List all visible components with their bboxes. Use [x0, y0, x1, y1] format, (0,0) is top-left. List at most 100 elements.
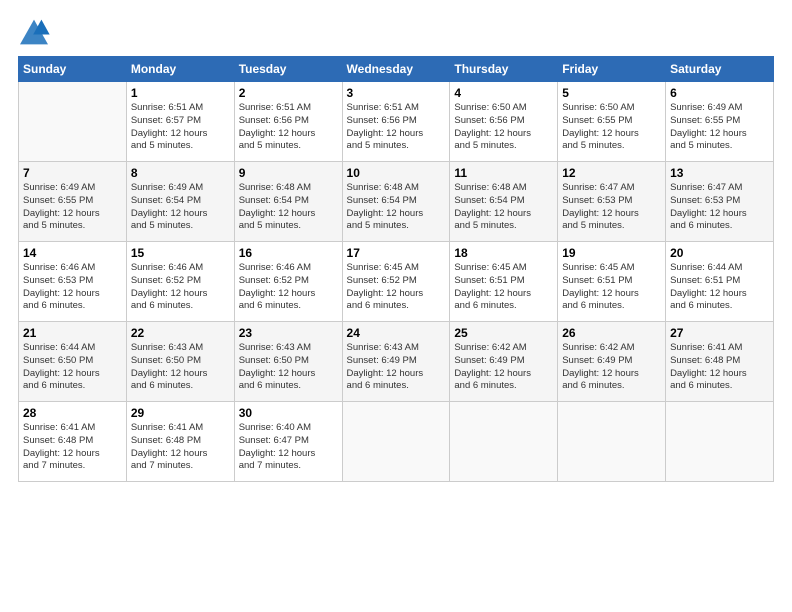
- day-number: 1: [131, 86, 230, 100]
- header-cell-saturday: Saturday: [666, 57, 774, 82]
- day-info: Sunrise: 6:50 AM Sunset: 6:56 PM Dayligh…: [454, 102, 553, 153]
- logo: [18, 18, 52, 46]
- day-number: 30: [239, 406, 338, 420]
- calendar-cell: 14 Sunrise: 6:46 AM Sunset: 6:53 PM Dayli…: [19, 242, 127, 322]
- calendar-cell: 18Sunrise: 6:45 AM Sunset: 6:51 PM Dayli…: [450, 242, 558, 322]
- calendar-cell: 22 Sunrise: 6:43 AM Sunset: 6:50 PM Dayli…: [126, 322, 234, 402]
- day-number: 22: [131, 326, 230, 340]
- day-number: 17: [347, 246, 446, 260]
- day-info: Sunrise: 6:51 AM Sunset: 6:57 PM Dayligh…: [131, 102, 230, 153]
- day-info: Sunrise: 6:46 AM Sunset: 6:52 PM Dayligh…: [131, 262, 230, 313]
- day-info: Sunrise: 6:51 AM Sunset: 6:56 PM Dayligh…: [347, 102, 446, 153]
- day-info: Sunrise: 6:47 AM Sunset: 6:53 PM Dayligh…: [562, 182, 661, 233]
- day-info: Sunrise: 6:44 AM Sunset: 6:50 PM Dayligh…: [23, 342, 122, 393]
- day-number: 29: [131, 406, 230, 420]
- day-number: 16: [239, 246, 338, 260]
- calendar-cell: 19 Sunrise: 6:45 AM Sunset: 6:51 PM Dayli…: [558, 242, 666, 322]
- day-info: Sunrise: 6:42 AM Sunset: 6:49 PM Dayligh…: [562, 342, 661, 393]
- calendar-cell: 29 Sunrise: 6:41 AM Sunset: 6:48 PM Dayli…: [126, 402, 234, 482]
- day-info: Sunrise: 6:49 AM Sunset: 6:55 PM Dayligh…: [23, 182, 122, 233]
- day-number: 2: [239, 86, 338, 100]
- day-info: Sunrise: 6:47 AM Sunset: 6:53 PM Dayligh…: [670, 182, 769, 233]
- calendar-cell: [558, 402, 666, 482]
- calendar-cell: 2 Sunrise: 6:51 AM Sunset: 6:56 PM Daylig…: [234, 82, 342, 162]
- day-number: 4: [454, 86, 553, 100]
- calendar-cell: 24 Sunrise: 6:43 AM Sunset: 6:49 PM Dayli…: [342, 322, 450, 402]
- day-info: Sunrise: 6:49 AM Sunset: 6:55 PM Dayligh…: [670, 102, 769, 153]
- day-info: Sunrise: 6:45 AM Sunset: 6:52 PM Dayligh…: [347, 262, 446, 313]
- calendar-cell: 27Sunrise: 6:41 AM Sunset: 6:48 PM Dayli…: [666, 322, 774, 402]
- day-number: 21: [23, 326, 122, 340]
- day-number: 14: [23, 246, 122, 260]
- calendar-table: SundayMondayTuesdayWednesdayThursdayFrid…: [18, 56, 774, 482]
- day-number: 24: [347, 326, 446, 340]
- calendar-cell: 7 Sunrise: 6:49 AM Sunset: 6:55 PM Daylig…: [19, 162, 127, 242]
- day-info: Sunrise: 6:48 AM Sunset: 6:54 PM Dayligh…: [239, 182, 338, 233]
- day-info: Sunrise: 6:43 AM Sunset: 6:49 PM Dayligh…: [347, 342, 446, 393]
- week-row-2: 7 Sunrise: 6:49 AM Sunset: 6:55 PM Daylig…: [19, 162, 774, 242]
- day-number: 26: [562, 326, 661, 340]
- day-number: 3: [347, 86, 446, 100]
- header-cell-friday: Friday: [558, 57, 666, 82]
- calendar-cell: 4 Sunrise: 6:50 AM Sunset: 6:56 PM Daylig…: [450, 82, 558, 162]
- day-info: Sunrise: 6:49 AM Sunset: 6:54 PM Dayligh…: [131, 182, 230, 233]
- header-row: SundayMondayTuesdayWednesdayThursdayFrid…: [19, 57, 774, 82]
- calendar-cell: 9 Sunrise: 6:48 AM Sunset: 6:54 PM Daylig…: [234, 162, 342, 242]
- day-number: 11: [454, 166, 553, 180]
- calendar-cell: 20 Sunrise: 6:44 AM Sunset: 6:51 PM Dayli…: [666, 242, 774, 322]
- calendar-cell: 16 Sunrise: 6:46 AM Sunset: 6:52 PM Dayli…: [234, 242, 342, 322]
- header-cell-sunday: Sunday: [19, 57, 127, 82]
- calendar-cell: 17 Sunrise: 6:45 AM Sunset: 6:52 PM Dayli…: [342, 242, 450, 322]
- calendar-cell: 10Sunrise: 6:48 AM Sunset: 6:54 PM Dayli…: [342, 162, 450, 242]
- calendar-cell: 8 Sunrise: 6:49 AM Sunset: 6:54 PM Daylig…: [126, 162, 234, 242]
- day-info: Sunrise: 6:51 AM Sunset: 6:56 PM Dayligh…: [239, 102, 338, 153]
- day-number: 12: [562, 166, 661, 180]
- calendar-cell: 25Sunrise: 6:42 AM Sunset: 6:49 PM Dayli…: [450, 322, 558, 402]
- day-info: Sunrise: 6:45 AM Sunset: 6:51 PM Dayligh…: [562, 262, 661, 313]
- calendar-cell: 13Sunrise: 6:47 AM Sunset: 6:53 PM Dayli…: [666, 162, 774, 242]
- header-cell-monday: Monday: [126, 57, 234, 82]
- day-info: Sunrise: 6:44 AM Sunset: 6:51 PM Dayligh…: [670, 262, 769, 313]
- week-row-5: 28 Sunrise: 6:41 AM Sunset: 6:48 PM Dayli…: [19, 402, 774, 482]
- day-info: Sunrise: 6:41 AM Sunset: 6:48 PM Dayligh…: [23, 422, 122, 473]
- day-number: 23: [239, 326, 338, 340]
- day-info: Sunrise: 6:41 AM Sunset: 6:48 PM Dayligh…: [131, 422, 230, 473]
- calendar-cell: 21 Sunrise: 6:44 AM Sunset: 6:50 PM Dayli…: [19, 322, 127, 402]
- header: [18, 18, 774, 46]
- day-number: 9: [239, 166, 338, 180]
- calendar-cell: 1 Sunrise: 6:51 AM Sunset: 6:57 PM Daylig…: [126, 82, 234, 162]
- day-number: 15: [131, 246, 230, 260]
- calendar-cell: [342, 402, 450, 482]
- day-number: 10: [347, 166, 446, 180]
- day-info: Sunrise: 6:42 AM Sunset: 6:49 PM Dayligh…: [454, 342, 553, 393]
- day-number: 8: [131, 166, 230, 180]
- calendar-cell: 15 Sunrise: 6:46 AM Sunset: 6:52 PM Dayli…: [126, 242, 234, 322]
- day-number: 28: [23, 406, 122, 420]
- day-number: 27: [670, 326, 769, 340]
- day-number: 20: [670, 246, 769, 260]
- calendar-cell: [666, 402, 774, 482]
- calendar-cell: [450, 402, 558, 482]
- logo-icon: [18, 18, 50, 46]
- day-info: Sunrise: 6:43 AM Sunset: 6:50 PM Dayligh…: [131, 342, 230, 393]
- day-number: 7: [23, 166, 122, 180]
- calendar-body: 1 Sunrise: 6:51 AM Sunset: 6:57 PM Daylig…: [19, 82, 774, 482]
- week-row-3: 14 Sunrise: 6:46 AM Sunset: 6:53 PM Dayli…: [19, 242, 774, 322]
- calendar-cell: 11 Sunrise: 6:48 AM Sunset: 6:54 PM Dayli…: [450, 162, 558, 242]
- day-number: 19: [562, 246, 661, 260]
- calendar-cell: 26 Sunrise: 6:42 AM Sunset: 6:49 PM Dayli…: [558, 322, 666, 402]
- day-info: Sunrise: 6:46 AM Sunset: 6:52 PM Dayligh…: [239, 262, 338, 313]
- day-number: 6: [670, 86, 769, 100]
- day-info: Sunrise: 6:43 AM Sunset: 6:50 PM Dayligh…: [239, 342, 338, 393]
- header-cell-wednesday: Wednesday: [342, 57, 450, 82]
- day-info: Sunrise: 6:46 AM Sunset: 6:53 PM Dayligh…: [23, 262, 122, 313]
- calendar-cell: 30 Sunrise: 6:40 AM Sunset: 6:47 PM Dayli…: [234, 402, 342, 482]
- day-info: Sunrise: 6:40 AM Sunset: 6:47 PM Dayligh…: [239, 422, 338, 473]
- header-cell-thursday: Thursday: [450, 57, 558, 82]
- calendar-cell: 5Sunrise: 6:50 AM Sunset: 6:55 PM Daylig…: [558, 82, 666, 162]
- day-info: Sunrise: 6:48 AM Sunset: 6:54 PM Dayligh…: [454, 182, 553, 233]
- week-row-4: 21 Sunrise: 6:44 AM Sunset: 6:50 PM Dayli…: [19, 322, 774, 402]
- calendar-cell: 12 Sunrise: 6:47 AM Sunset: 6:53 PM Dayli…: [558, 162, 666, 242]
- day-number: 18: [454, 246, 553, 260]
- calendar-cell: 6 Sunrise: 6:49 AM Sunset: 6:55 PM Daylig…: [666, 82, 774, 162]
